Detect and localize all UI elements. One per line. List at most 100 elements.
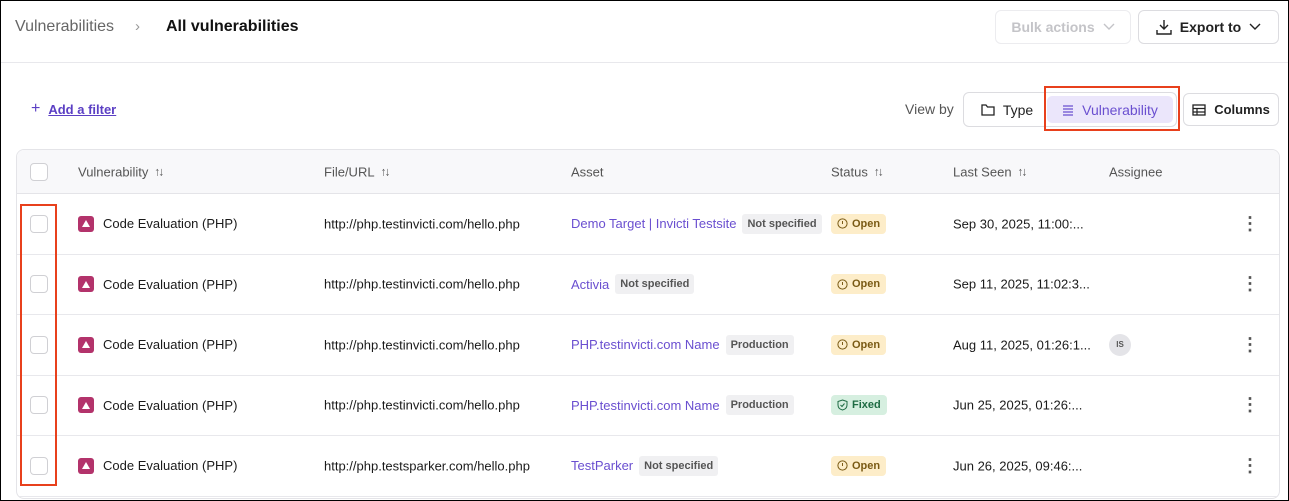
table-row[interactable]: Code Evaluation (PHP) http://php.testinv… [17,255,1279,315]
table-row[interactable]: Code Evaluation (PHP) http://php.testspa… [17,436,1279,497]
select-all-checkbox[interactable] [30,162,48,181]
clock-icon [837,339,848,350]
severity-critical-icon [78,336,94,353]
sort-icon: ↑↓ [873,164,884,179]
last-seen: Jun 25, 2025, 01:26:... [953,397,1083,413]
asset-link[interactable]: Activia [571,277,609,292]
severity-critical-icon [78,457,94,474]
vulnerability-name[interactable]: Code Evaluation (PHP) [103,458,237,473]
last-seen: Jun 26, 2025, 09:46:... [953,458,1083,474]
status-label: Fixed [852,399,881,412]
status-badge: Open [831,274,887,295]
page-title: All vulnerabilities [166,18,299,35]
row-checkbox[interactable] [30,214,48,233]
more-options-icon[interactable]: ⋮ [1241,334,1259,355]
clock-icon [837,460,848,471]
more-options-icon[interactable]: ⋮ [1241,213,1259,234]
vulnerability-name[interactable]: Code Evaluation (PHP) [103,277,237,292]
top-bar: Vulnerabilities › All vulnerabilities Bu… [1,1,1288,63]
last-seen: Sep 11, 2025, 11:02:3... [953,276,1090,292]
clock-icon [837,279,848,290]
folder-icon [981,103,995,116]
environment-tag: Not specified [639,455,719,476]
clock-icon [837,218,848,229]
asset-link[interactable]: PHP.testinvicti.com Name [571,398,720,413]
asset-link[interactable]: PHP.testinvicti.com Name [571,337,720,352]
sort-vulnerability[interactable]: Vulnerability ↑↓ [78,164,164,179]
table-row[interactable]: Code Evaluation (PHP) http://php.testinv… [17,315,1279,376]
status-label: Open [852,278,881,291]
chevron-down-icon [1249,23,1261,30]
more-options-icon[interactable]: ⋮ [1241,455,1259,476]
header-asset: Asset [571,164,604,179]
file-url: http://php.testinvicti.com/hello.php [324,397,520,413]
assignee-avatar[interactable]: IS [1109,333,1131,356]
row-checkbox[interactable] [30,396,48,415]
severity-critical-icon [78,397,94,414]
file-url: http://php.testinvicti.com/hello.php [324,337,520,353]
file-url: http://php.testinvicti.com/hello.php [324,216,520,232]
list-icon [1063,104,1074,116]
last-seen: Aug 11, 2025, 01:26:1... [953,337,1091,353]
download-icon [1156,20,1172,35]
environment-tag: Production [725,334,794,355]
environment-tag: Production [725,395,794,416]
columns-label: Columns [1214,102,1270,117]
sort-icon: ↑↓ [1017,164,1028,179]
more-options-icon[interactable]: ⋮ [1241,274,1259,295]
row-checkbox[interactable] [30,335,48,354]
sort-file-url[interactable]: File/URL ↑↓ [324,164,391,179]
environment-tag: Not specified [742,213,822,234]
status-badge: Open [831,334,887,355]
vulnerability-name[interactable]: Code Evaluation (PHP) [103,398,237,413]
view-vulnerability-button[interactable]: Vulnerability [1047,96,1173,123]
severity-critical-icon [78,215,94,232]
file-url: http://php.testinvicti.com/hello.php [324,276,520,292]
table-row[interactable]: Code Evaluation (PHP) http://php.testinv… [17,194,1279,255]
view-by-toggle: Type Vulnerability [963,92,1177,127]
view-type-label: Type [1002,101,1034,118]
vulnerability-name[interactable]: Code Evaluation (PHP) [103,216,237,231]
environment-tag: Not specified [615,274,695,295]
file-url: http://php.testsparker.com/hello.php [324,458,530,474]
header-assignee: Assignee [1109,164,1163,179]
status-label: Open [852,338,881,351]
table-header: Vulnerability ↑↓ File/URL ↑↓ Asset Status ↑… [17,150,1279,194]
columns-button[interactable]: Columns [1183,93,1279,126]
chevron-down-icon [1103,23,1115,30]
breadcrumb-separator: › [135,18,140,35]
add-filter-label: Add a filter [48,101,117,117]
bulk-actions-button[interactable]: Bulk actions [995,10,1131,44]
header-file-url: File/URL [324,164,375,179]
export-to-label: Export to [1179,19,1242,35]
more-options-icon[interactable]: ⋮ [1241,395,1259,416]
breadcrumb-vulnerabilities[interactable]: Vulnerabilities [15,18,114,36]
status-label: Open [852,459,881,472]
asset-link[interactable]: Demo Target | Invicti Testsite [571,216,736,231]
asset-link[interactable]: TestParker [571,458,633,473]
row-checkbox[interactable] [30,456,48,475]
view-vulnerability-label: Vulnerability [1082,101,1158,118]
status-label: Open [852,217,881,230]
row-checkbox[interactable] [30,275,48,294]
table-icon [1192,103,1206,116]
plus-icon: + [31,100,41,117]
shield-check-icon [837,399,848,411]
bulk-actions-label: Bulk actions [1011,19,1095,35]
last-seen: Sep 30, 2025, 11:00:... [953,216,1084,232]
header-status: Status [831,164,868,179]
header-last-seen: Last Seen [953,164,1012,179]
status-badge: Open [831,455,887,476]
sort-icon: ↑↓ [380,164,391,179]
export-to-button[interactable]: Export to [1138,10,1279,44]
header-vulnerability: Vulnerability [78,164,149,179]
vulnerabilities-table: Vulnerability ↑↓ File/URL ↑↓ Asset Status ↑… [16,149,1280,499]
view-type-button[interactable]: Type [967,102,1047,118]
sort-last-seen[interactable]: Last Seen ↑↓ [953,164,1028,179]
table-row[interactable]: Code Evaluation (PHP) http://php.testinv… [17,376,1279,436]
status-badge: Open [831,213,887,234]
sort-status[interactable]: Status ↑↓ [831,164,884,179]
sort-icon: ↑↓ [154,164,164,179]
add-filter-link[interactable]: + Add a filter [31,100,116,118]
vulnerability-name[interactable]: Code Evaluation (PHP) [103,337,237,352]
